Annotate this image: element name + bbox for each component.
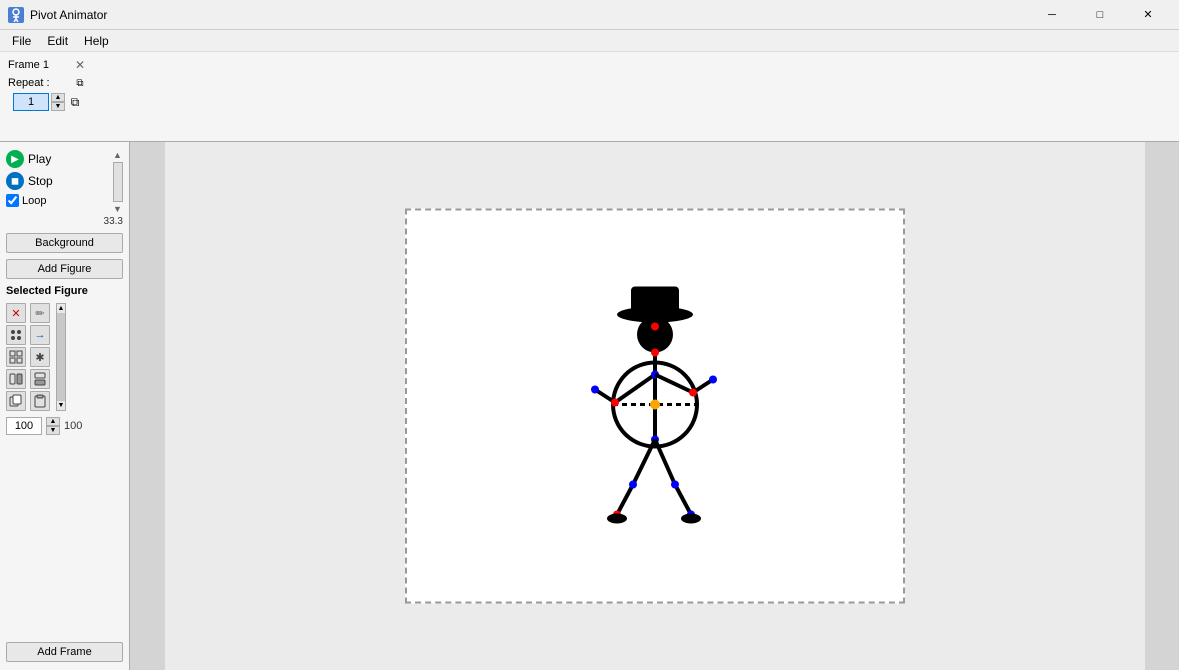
pipette-button[interactable]: ✱	[30, 347, 50, 367]
close-button[interactable]: ✕	[1125, 1, 1171, 29]
size-spinner-buttons: ▲ ▼	[46, 417, 60, 435]
frame-1-repeat-row: Repeat : ⧉	[8, 75, 88, 91]
background-button[interactable]: Background	[6, 233, 123, 253]
add-frame-button[interactable]: Add Frame	[6, 642, 123, 662]
window-controls: ─ □ ✕	[1029, 1, 1171, 29]
figure-tools-area: ✕ ✏ →	[6, 303, 123, 411]
size-input[interactable]	[6, 417, 42, 435]
size-up-button[interactable]: ▲	[46, 417, 60, 426]
stop-row: ◼ Stop	[6, 172, 53, 190]
loop-checkbox[interactable]	[6, 194, 19, 207]
sidebar: ▶ Play ◼ Stop Loop ▲	[0, 142, 130, 670]
menu-file[interactable]: File	[4, 32, 39, 50]
flip-h-button[interactable]	[6, 369, 26, 389]
frame-1-label: Frame 1	[8, 59, 49, 71]
menu-bar: File Edit Help	[0, 30, 1179, 52]
stop-label: Stop	[28, 174, 53, 188]
duplicate-figure-button[interactable]	[6, 325, 26, 345]
content-row: ▶ Play ◼ Stop Loop ▲	[0, 142, 1179, 670]
frame-1-header: Frame 1 ✕	[8, 57, 88, 73]
add-figure-button[interactable]: Add Figure	[6, 259, 123, 279]
play-label: Play	[28, 152, 51, 166]
size-down-button[interactable]: ▼	[46, 426, 60, 435]
canvas-inner	[165, 142, 1145, 670]
scroll-up-arrow[interactable]: ▲	[113, 150, 122, 160]
edit-figure-button[interactable]: ✏	[30, 303, 50, 323]
size-row: ▲ ▼ 100	[6, 417, 123, 435]
frame-1-delete-button[interactable]: ✕	[72, 57, 88, 73]
frame-1-paste-button[interactable]: ⧉	[67, 94, 83, 110]
menu-edit[interactable]: Edit	[39, 32, 76, 50]
size-max-label: 100	[64, 420, 82, 432]
app-title: Pivot Animator	[30, 8, 1029, 22]
frame-1-copy-button[interactable]: ⧉	[72, 75, 88, 91]
selected-figure-label: Selected Figure	[6, 285, 123, 297]
playback-scrollbar[interactable]	[113, 162, 123, 202]
frame-1-spinner-row: 1 ▲ ▼ ⧉	[13, 93, 83, 111]
play-row: ▶ Play	[6, 150, 53, 168]
figure-tools-grid: ✕ ✏ →	[6, 303, 52, 411]
frame-1-repeat-input[interactable]: 1	[13, 93, 49, 111]
frame-1-spinner-buttons: ▲ ▼	[51, 93, 65, 111]
paste-frame-button[interactable]	[30, 391, 50, 411]
loop-row: Loop	[6, 194, 53, 207]
maximize-button[interactable]: □	[1077, 1, 1123, 29]
tools-scrollbar[interactable]: ▲ ▼	[56, 303, 66, 411]
scroll-down-arrow[interactable]: ▼	[113, 204, 122, 214]
title-bar: Pivot Animator ─ □ ✕	[0, 0, 1179, 30]
stop-button[interactable]: ◼	[6, 172, 24, 190]
playback-section: ▶ Play ◼ Stop Loop ▲	[6, 150, 123, 227]
flip-v-button[interactable]	[30, 369, 50, 389]
play-button[interactable]: ▶	[6, 150, 24, 168]
copy-frame-button[interactable]	[6, 391, 26, 411]
delete-figure-button[interactable]: ✕	[6, 303, 26, 323]
app-icon	[8, 7, 24, 23]
repeat-label: Repeat :	[8, 77, 50, 89]
stickman[interactable]	[575, 275, 735, 538]
frame-1-card: Frame 1 ✕ Repeat : ⧉ 1 ▲ ▼ ⧉	[8, 57, 88, 111]
main-layout: Frame 1 ✕ Repeat : ⧉ 1 ▲ ▼ ⧉	[0, 52, 1179, 670]
spinner-up-button[interactable]: ▲	[51, 93, 65, 102]
minimize-button[interactable]: ─	[1029, 1, 1075, 29]
canvas-area[interactable]	[130, 142, 1179, 670]
menu-help[interactable]: Help	[76, 32, 117, 50]
move-figure-button[interactable]: →	[30, 325, 50, 345]
spinner-down-button[interactable]: ▼	[51, 102, 65, 111]
add-frame-section: Add Frame	[6, 642, 123, 662]
frames-panel: Frame 1 ✕ Repeat : ⧉ 1 ▲ ▼ ⧉	[0, 52, 1179, 142]
fps-display: 33.3	[6, 216, 123, 227]
loop-label: Loop	[22, 195, 46, 207]
grid-button[interactable]	[6, 347, 26, 367]
